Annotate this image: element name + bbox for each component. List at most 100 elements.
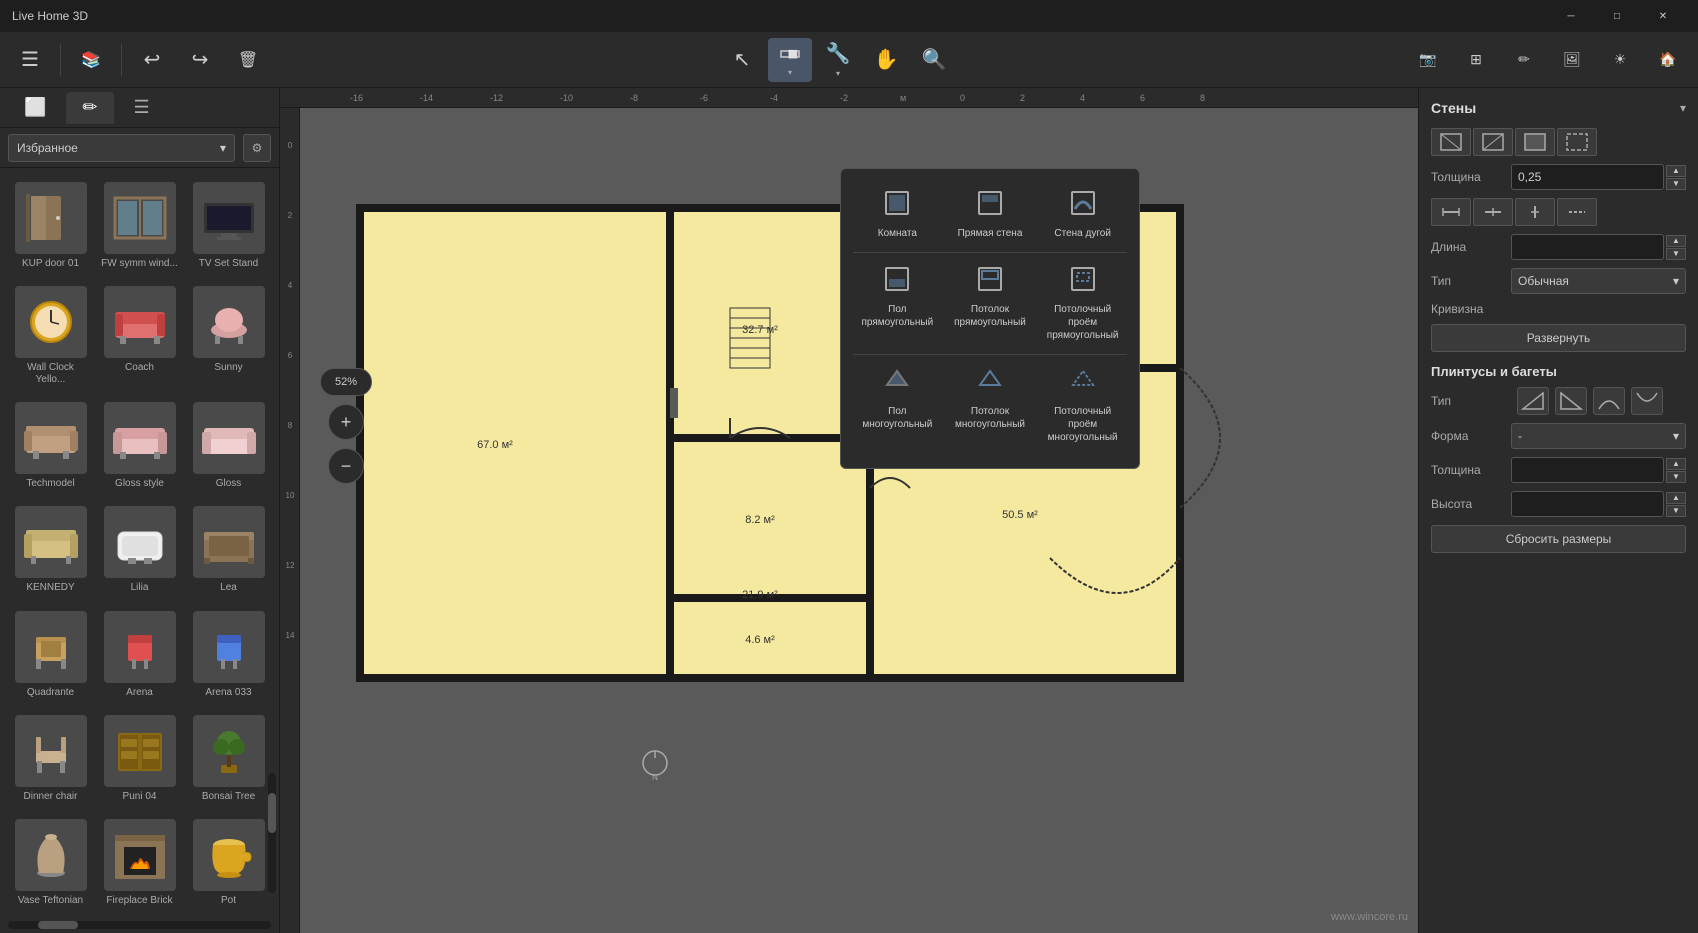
library-button[interactable]: 📚 [69, 38, 113, 82]
length-input[interactable] [1511, 234, 1664, 260]
item-thumb-fireplace [104, 819, 176, 891]
skirting-type-2[interactable] [1555, 387, 1587, 415]
length-stencil-3[interactable] [1515, 198, 1555, 226]
undo-button[interactable]: ↩ [130, 38, 174, 82]
photo-button[interactable]: 🖼 [1550, 38, 1594, 82]
length-stencil-4[interactable] [1557, 198, 1597, 226]
zoom-level[interactable]: 52% [320, 368, 372, 396]
svg-text:-10: -10 [560, 93, 573, 103]
height-input[interactable] [1511, 491, 1664, 517]
length-stencil-2[interactable] [1473, 198, 1513, 226]
item-kennedy[interactable]: KENNEDY [8, 500, 93, 600]
skirting-thickness-down[interactable]: ▼ [1666, 471, 1686, 483]
stencil-btn-3[interactable] [1515, 128, 1555, 156]
house3d-button[interactable]: 🏠 [1646, 38, 1690, 82]
vertical-scrollbar[interactable] [268, 773, 276, 893]
popup-item-straight-wall[interactable]: Прямая стена [946, 181, 1035, 248]
popup-item-rect-ceiling[interactable]: Потолок прямоугольный [946, 257, 1035, 350]
item-thumb-vase [15, 819, 87, 891]
item-tv-set[interactable]: TV Set Stand [186, 176, 271, 276]
zoom-controls: 52% + − [320, 368, 372, 484]
stencil-btn-2[interactable] [1473, 128, 1513, 156]
form-select-arrow: ▾ [1673, 429, 1679, 443]
stencil-btn-4[interactable] [1557, 128, 1597, 156]
item-lea[interactable]: Lea [186, 500, 271, 600]
type-select[interactable]: Обычная ▾ [1511, 268, 1686, 294]
item-puni04[interactable]: Puni 04 [97, 709, 182, 809]
length-stencil-1[interactable] [1431, 198, 1471, 226]
item-pot[interactable]: Pot [186, 813, 271, 913]
item-sunny[interactable]: Sunny [186, 280, 271, 392]
length-up[interactable]: ▲ [1666, 235, 1686, 247]
search-button[interactable]: 🔍 [912, 38, 956, 82]
category-dropdown[interactable]: Избранное ▾ [8, 134, 235, 162]
item-gloss[interactable]: Gloss [186, 396, 271, 496]
height-down[interactable]: ▼ [1666, 505, 1686, 517]
item-fw-symm[interactable]: FW symm wind... [97, 176, 182, 276]
thickness-input[interactable]: 0,25 [1511, 164, 1664, 190]
menu-button[interactable]: ☰ [8, 38, 52, 82]
item-quadrante[interactable]: Quadrante [8, 605, 93, 705]
popup-item-room[interactable]: Комната [853, 181, 942, 248]
item-bonsai[interactable]: Bonsai Tree [186, 709, 271, 809]
tools-button[interactable]: 🔧▾ [816, 38, 860, 82]
pen-button[interactable]: ✏ [1502, 38, 1546, 82]
form-select[interactable]: - ▾ [1511, 423, 1686, 449]
maximize-button[interactable]: □ [1594, 0, 1640, 32]
svg-text:-14: -14 [420, 93, 433, 103]
settings-button[interactable]: ⚙ [243, 134, 271, 162]
redo-button[interactable]: ↪ [178, 38, 222, 82]
tab-floor[interactable]: ⬜ [8, 92, 62, 124]
pan-button[interactable]: ✋ [864, 38, 908, 82]
delete-button[interactable]: 🗑 [226, 38, 270, 82]
item-coach[interactable]: Coach [97, 280, 182, 392]
item-arena033[interactable]: Arena 033 [186, 605, 271, 705]
draw-wall-button[interactable]: ⬜ ▾ [768, 38, 812, 82]
skirting-thickness-up[interactable]: ▲ [1666, 458, 1686, 470]
camera-button[interactable]: 📷 [1406, 38, 1450, 82]
item-kup-door[interactable]: KUP door 01 [8, 176, 93, 276]
thickness-down[interactable]: ▼ [1666, 178, 1686, 190]
item-lilia[interactable]: Lilia [97, 500, 182, 600]
item-dinner-chair[interactable]: Dinner chair [8, 709, 93, 809]
skirting-type-3[interactable] [1593, 387, 1625, 415]
expand-button[interactable]: Развернуть [1431, 324, 1686, 352]
select-button[interactable]: ↖ [720, 38, 764, 82]
skirting-type-4[interactable] [1631, 387, 1663, 415]
zoom-in-button[interactable]: + [328, 404, 364, 440]
popup-item-rect-floor[interactable]: Пол прямоугольный [853, 257, 942, 350]
zoom-out-button[interactable]: − [328, 448, 364, 484]
svg-text:4: 4 [1080, 93, 1085, 103]
item-gloss-style[interactable]: Gloss style [97, 396, 182, 496]
item-fireplace[interactable]: Fireplace Brick [97, 813, 182, 913]
item-vase[interactable]: Vase Teftonian [8, 813, 93, 913]
item-techmodel[interactable]: Techmodel [8, 396, 93, 496]
app-title: Live Home 3D [12, 9, 88, 23]
window-controls: ─ □ ✕ [1548, 0, 1686, 32]
sun-button[interactable]: ☀ [1598, 38, 1642, 82]
popup-item-poly-ceiling-opening[interactable]: Потолочный проём многоугольный [1038, 359, 1127, 452]
length-down[interactable]: ▼ [1666, 248, 1686, 260]
close-button[interactable]: ✕ [1640, 0, 1686, 32]
tab-list[interactable]: ☰ [118, 92, 166, 124]
svg-text:8: 8 [1200, 93, 1205, 103]
height-up[interactable]: ▲ [1666, 492, 1686, 504]
item-thumb-techmodel [15, 402, 87, 474]
skirting-thickness-input[interactable] [1511, 457, 1664, 483]
item-wall-clock[interactable]: Wall Clock Yello... [8, 280, 93, 392]
horizontal-scrollbar[interactable] [8, 921, 271, 929]
popup-item-rect-ceiling-opening[interactable]: Потолочный проём прямоугольный [1038, 257, 1127, 350]
grid-button[interactable]: ⊞ [1454, 38, 1498, 82]
svg-text:2: 2 [288, 211, 293, 220]
walls-dropdown[interactable]: ▾ [1680, 101, 1686, 115]
popup-item-poly-ceiling[interactable]: Потолок многоугольный [946, 359, 1035, 452]
popup-item-poly-floor[interactable]: Пол многоугольный [853, 359, 942, 452]
tab-edit[interactable]: ✏ [66, 92, 113, 124]
reset-button[interactable]: Сбросить размеры [1431, 525, 1686, 553]
minimize-button[interactable]: ─ [1548, 0, 1594, 32]
skirting-type-1[interactable] [1517, 387, 1549, 415]
thickness-up[interactable]: ▲ [1666, 165, 1686, 177]
stencil-btn-1[interactable] [1431, 128, 1471, 156]
item-arena[interactable]: Arena [97, 605, 182, 705]
popup-item-arc-wall[interactable]: Стена дугой [1038, 181, 1127, 248]
